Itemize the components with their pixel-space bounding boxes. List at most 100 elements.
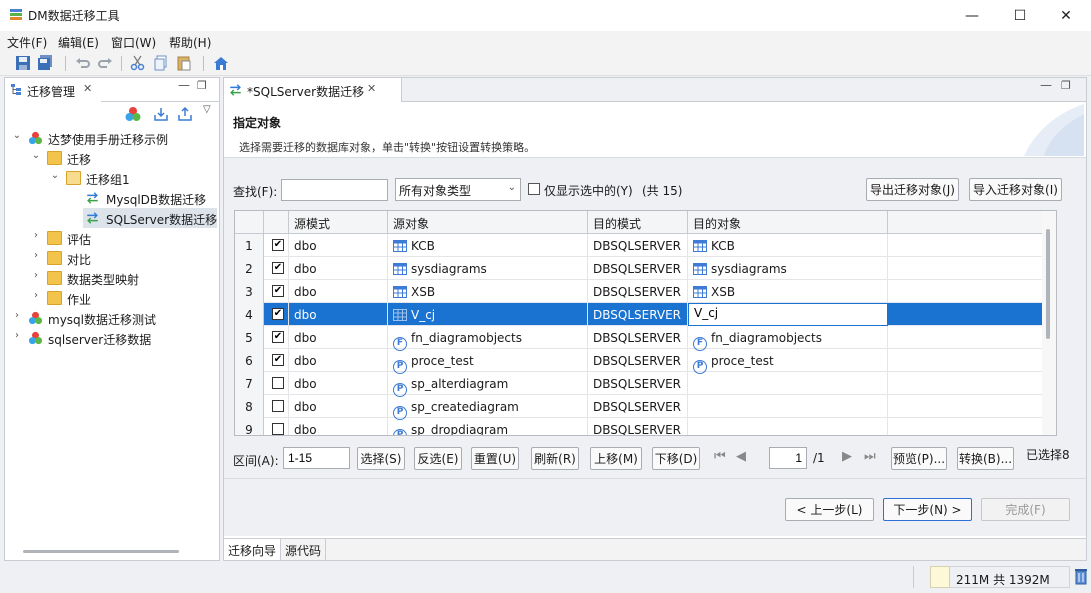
row-checkbox[interactable]: ✔ [272, 262, 284, 274]
dst-object-editor[interactable]: V_cj [688, 303, 888, 326]
table-row[interactable]: 8 dbo Psp_creatediagram DBSQLSERVER [235, 395, 1056, 420]
row-checkbox[interactable]: ✔ [272, 285, 284, 297]
table-row[interactable]: 3 ✔ dbo XSB DBSQLSERVER XSB [235, 280, 1056, 303]
chevron-down-icon[interactable]: ⌄ [30, 150, 42, 164]
close-button[interactable]: ✕ [1043, 0, 1089, 31]
menu-window[interactable]: 窗口(W) [111, 34, 156, 51]
reset-button[interactable]: 重置(U) [471, 447, 519, 470]
restore-view-icon[interactable]: ❐ [197, 79, 207, 92]
home-icon[interactable] [213, 55, 229, 71]
tree-item-sqlserver-data[interactable]: › sqlserver迁移数据 [5, 328, 219, 348]
row-checkbox[interactable] [272, 377, 284, 389]
table-row[interactable]: 4 ✔ dbo V_cj DBSQLSERVER V_cj [235, 303, 1056, 326]
cut-icon[interactable] [130, 55, 146, 71]
tree-item-compare[interactable]: › 对比 [5, 248, 219, 268]
tree-item-jobs[interactable]: › 作业 [5, 288, 219, 308]
export-icon[interactable] [177, 106, 193, 122]
chevron-right-icon[interactable]: › [30, 230, 42, 244]
select-button[interactable]: 选择(S) [357, 447, 405, 470]
chevron-right-icon[interactable]: › [30, 270, 42, 284]
horizontal-scrollbar[interactable] [23, 550, 179, 553]
first-page-icon[interactable]: ⏮ [714, 449, 726, 464]
table-row[interactable]: 9 dbo Psp_dropdiagram DBSQLSERVER [235, 418, 1056, 435]
row-checkbox[interactable]: ✔ [272, 354, 284, 366]
range-input[interactable] [283, 447, 350, 469]
tree-item-migration-group[interactable]: ⌄ 迁移组1 [5, 168, 219, 188]
tab-migration-manager[interactable]: 迁移管理 ✕ [5, 78, 101, 102]
tree-item-mysql-test[interactable]: › mysql数据迁移测试 [5, 308, 219, 328]
move-down-button[interactable]: 下移(D) [652, 447, 700, 470]
prev-step-button[interactable]: < 上一步(L) [785, 498, 874, 521]
page-input[interactable] [769, 447, 807, 469]
trash-icon[interactable] [1074, 567, 1088, 585]
find-input[interactable] [281, 179, 388, 201]
finish-button[interactable]: 完成(F) [981, 498, 1070, 521]
row-checkbox[interactable]: ✔ [272, 308, 284, 320]
convert-button[interactable]: 转换(B)... [957, 447, 1014, 470]
column-header-src-object[interactable]: 源对象 [388, 211, 588, 234]
maximize-view-icon[interactable]: ❐ [1061, 79, 1071, 92]
row-checkbox[interactable]: ✔ [272, 331, 284, 343]
row-checkbox[interactable]: ✔ [272, 239, 284, 251]
paste-icon[interactable] [176, 55, 192, 71]
view-menu-icon[interactable]: ▽ [203, 104, 211, 115]
prev-page-icon[interactable]: ◀ [736, 449, 746, 464]
export-objects-button[interactable]: 导出迁移对象(J) [866, 178, 959, 201]
close-icon[interactable]: ✕ [367, 82, 376, 95]
table-row[interactable]: 7 dbo Psp_alterdiagram DBSQLSERVER [235, 372, 1056, 397]
row-checkbox[interactable] [272, 400, 284, 412]
column-header-dst-schema[interactable]: 目的模式 [588, 211, 688, 234]
minimize-view-icon[interactable]: — [178, 78, 190, 92]
toolbar-separator [203, 56, 204, 71]
chevron-down-icon[interactable]: ⌄ [11, 130, 23, 144]
undo-icon[interactable] [75, 55, 91, 71]
maximize-button[interactable]: ☐ [997, 0, 1043, 31]
object-type-select[interactable]: 所有对象类型 ⌄ [395, 178, 521, 201]
tab-sqlserver-migration[interactable]: *SQLServer数据迁移 ✕ [224, 78, 402, 102]
menu-edit[interactable]: 编辑(E) [58, 34, 99, 51]
save-icon[interactable] [15, 55, 31, 71]
table-row[interactable]: 1 ✔ dbo KCB DBSQLSERVER KCB [235, 234, 1056, 257]
tree-item-type-mapping[interactable]: › 数据类型映射 [5, 268, 219, 288]
copy-icon[interactable] [153, 55, 169, 71]
row-number: 7 [235, 372, 264, 395]
table-row[interactable]: 6 ✔ dbo Pproce_test DBSQLSERVER Pproce_test [235, 349, 1056, 374]
last-page-icon[interactable]: ⏭ [864, 449, 876, 464]
tab-source-code[interactable]: 源代码 [281, 539, 327, 560]
row-checkbox[interactable] [272, 423, 284, 435]
next-step-button[interactable]: 下一步(N) > [883, 498, 972, 521]
table-row[interactable]: 2 ✔ dbo sysdiagrams DBSQLSERVER sysdiagrams [235, 257, 1056, 280]
chevron-down-icon[interactable]: ⌄ [49, 170, 61, 184]
scrollbar-thumb[interactable] [1046, 229, 1050, 339]
column-header-src-schema[interactable]: 源模式 [289, 211, 388, 234]
tree-item-project[interactable]: ⌄ 达梦使用手册迁移示例 [5, 128, 219, 148]
only-selected-checkbox[interactable] [528, 183, 540, 195]
import-icon[interactable] [153, 106, 169, 122]
minimize-view-icon[interactable]: — [1040, 78, 1052, 92]
chevron-right-icon[interactable]: › [11, 330, 23, 344]
tree-item-migration[interactable]: ⌄ 迁移 [5, 148, 219, 168]
tree-item-sqlserver-migration[interactable]: SQLServer数据迁移 [83, 208, 217, 228]
table-row[interactable]: 5 ✔ dbo Ffn_diagramobjects DBSQLSERVER Ffn_di… [235, 326, 1056, 351]
menu-help[interactable]: 帮助(H) [169, 34, 211, 51]
column-header-dst-object[interactable]: 目的对象 [688, 211, 888, 234]
next-page-icon[interactable]: ▶ [842, 449, 852, 464]
tab-migration-wizard[interactable]: 迁移向导 [224, 539, 282, 560]
redo-icon[interactable] [97, 55, 113, 71]
tree-item-evaluate[interactable]: › 评估 [5, 228, 219, 248]
tree-item-mysqldb-migration[interactable]: MysqlDB数据迁移 [5, 188, 219, 208]
chevron-right-icon[interactable]: › [11, 310, 23, 324]
refresh-button[interactable]: 刷新(R) [531, 447, 579, 470]
preview-button[interactable]: 预览(P)... [891, 447, 947, 470]
chevron-right-icon[interactable]: › [30, 290, 42, 304]
save-all-icon[interactable] [37, 55, 53, 71]
menu-file[interactable]: 文件(F) [7, 34, 47, 51]
close-icon[interactable]: ✕ [83, 82, 92, 95]
import-objects-button[interactable]: 导入迁移对象(I) [969, 178, 1062, 201]
move-up-button[interactable]: 上移(M) [590, 447, 642, 470]
new-project-icon[interactable] [125, 106, 141, 122]
invert-button[interactable]: 反选(E) [414, 447, 462, 470]
vertical-scrollbar[interactable] [1042, 211, 1056, 435]
minimize-button[interactable]: — [949, 0, 995, 31]
chevron-right-icon[interactable]: › [30, 250, 42, 264]
